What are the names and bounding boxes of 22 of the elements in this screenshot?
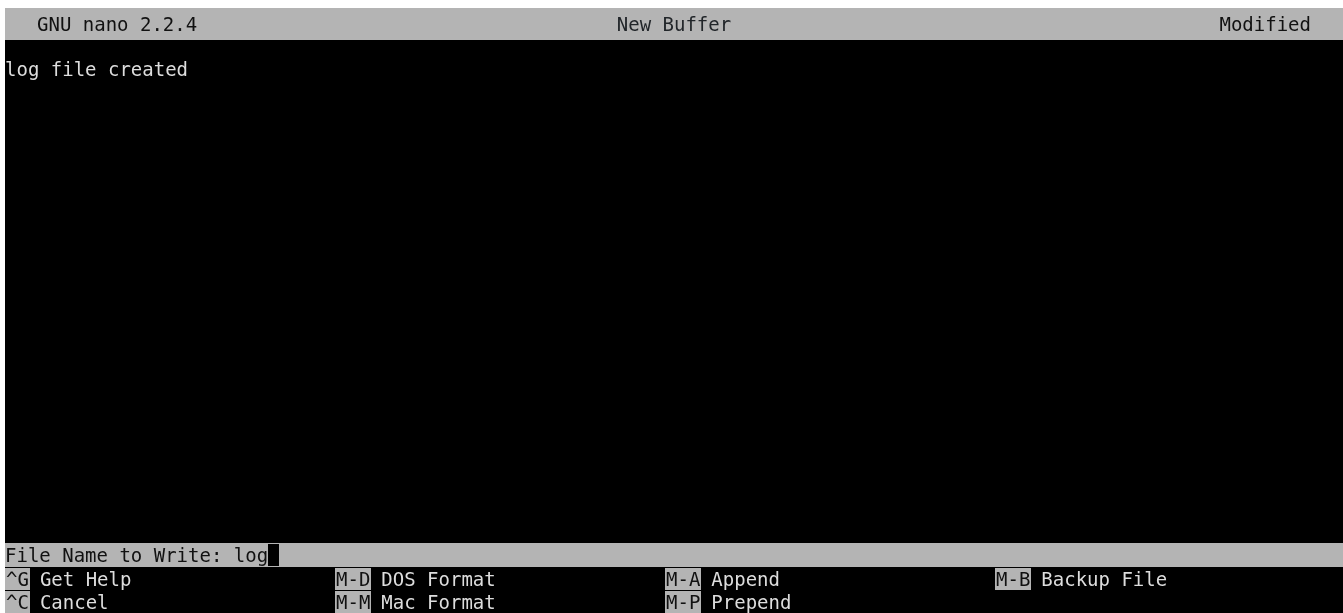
shortcut-key[interactable]: ^C bbox=[5, 590, 30, 613]
shortcut-key[interactable]: ^G bbox=[5, 567, 30, 590]
shortcut-key[interactable]: M-B bbox=[995, 567, 1032, 590]
app-version: GNU nano 2.2.4 bbox=[37, 13, 198, 35]
shortcut-label: Prepend bbox=[711, 590, 792, 613]
buffer-name: New Buffer bbox=[616, 13, 732, 35]
shortcut-key[interactable]: M-P bbox=[665, 590, 702, 613]
shortcut-label: Get Help bbox=[39, 567, 132, 590]
shortcut-label: Backup File bbox=[1041, 567, 1168, 590]
filename-prompt-field[interactable]: File Name to Write: log bbox=[5, 543, 1343, 567]
shortcut-label: Append bbox=[711, 567, 780, 590]
shortcut-label: Cancel bbox=[39, 590, 109, 613]
shortcut-key[interactable]: M-M bbox=[335, 590, 372, 613]
text-line: log file created bbox=[5, 58, 190, 80]
filename-value: log bbox=[233, 544, 269, 566]
editor-area[interactable]: log file created bbox=[5, 40, 1343, 543]
prompt-label: File Name to Write: bbox=[5, 544, 224, 566]
shortcut-label: DOS Format bbox=[381, 567, 496, 590]
shortcut-label: Mac Format bbox=[381, 590, 496, 613]
shortcut-key[interactable]: M-A bbox=[665, 567, 702, 590]
shortcut-key[interactable]: M-D bbox=[335, 567, 372, 590]
modified-status: Modified bbox=[1219, 13, 1311, 35]
